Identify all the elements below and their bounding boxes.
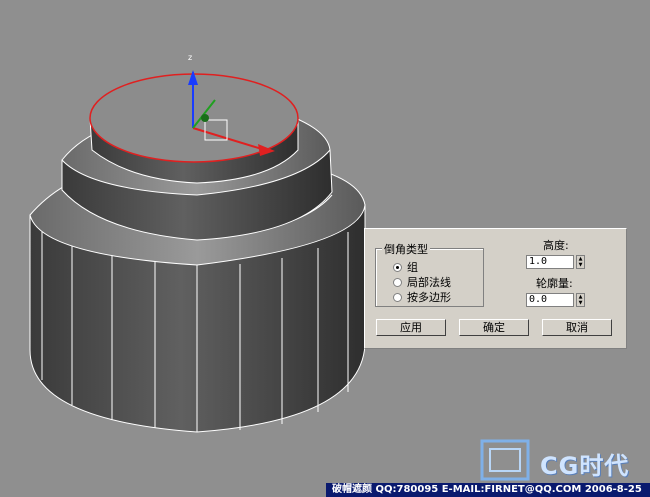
radio-label: 按多边形 bbox=[407, 291, 451, 304]
radio-by-polygon-option[interactable]: 按多边形 bbox=[393, 290, 451, 304]
ok-button[interactable]: 确定 bbox=[459, 319, 529, 336]
spin-down-icon[interactable]: ▼ bbox=[577, 300, 584, 306]
banner-text: 破帽遮颜 QQ:780095 E-MAIL:FIRNET@QQ.COM 2006… bbox=[332, 484, 642, 495]
radio-group-option[interactable]: 组 bbox=[393, 260, 418, 274]
height-spinner[interactable]: 1.0 ▲ ▼ bbox=[526, 255, 585, 269]
outline-spinner-arrows[interactable]: ▲ ▼ bbox=[576, 293, 585, 307]
outline-spinner[interactable]: 0.0 ▲ ▼ bbox=[526, 293, 585, 307]
height-label: 高度: bbox=[543, 239, 569, 252]
radio-dot-icon[interactable] bbox=[393, 292, 402, 302]
height-spinner-arrows[interactable]: ▲ ▼ bbox=[576, 255, 585, 269]
radio-local-normal-option[interactable]: 局部法线 bbox=[393, 275, 451, 289]
radio-label: 组 bbox=[407, 261, 418, 274]
spin-down-icon[interactable]: ▼ bbox=[577, 262, 584, 268]
apply-button[interactable]: 应用 bbox=[376, 319, 446, 336]
radio-label: 局部法线 bbox=[407, 276, 451, 289]
bevel-polygons-dialog: 倒角类型 组 局部法线 按多边形 高度: 1.0 ▲ ▼ 轮廓量: 0.0 ▲ ▼ … bbox=[364, 228, 627, 349]
cancel-button[interactable]: 取消 bbox=[542, 319, 612, 336]
watermark-banner: 破帽遮颜 QQ:780095 E-MAIL:FIRNET@QQ.COM 2006… bbox=[326, 483, 650, 497]
bevel-type-title: 倒角类型 bbox=[382, 241, 430, 257]
z-axis-label: z bbox=[188, 53, 192, 62]
height-input[interactable]: 1.0 bbox=[526, 255, 574, 269]
cg-logo-icon bbox=[480, 439, 530, 481]
outline-label: 轮廓量: bbox=[536, 277, 573, 290]
radio-dot-icon[interactable] bbox=[393, 277, 402, 287]
radio-dot-icon[interactable] bbox=[393, 262, 402, 272]
watermark-logo: CG时代 bbox=[540, 452, 630, 480]
outline-input[interactable]: 0.0 bbox=[526, 293, 574, 307]
